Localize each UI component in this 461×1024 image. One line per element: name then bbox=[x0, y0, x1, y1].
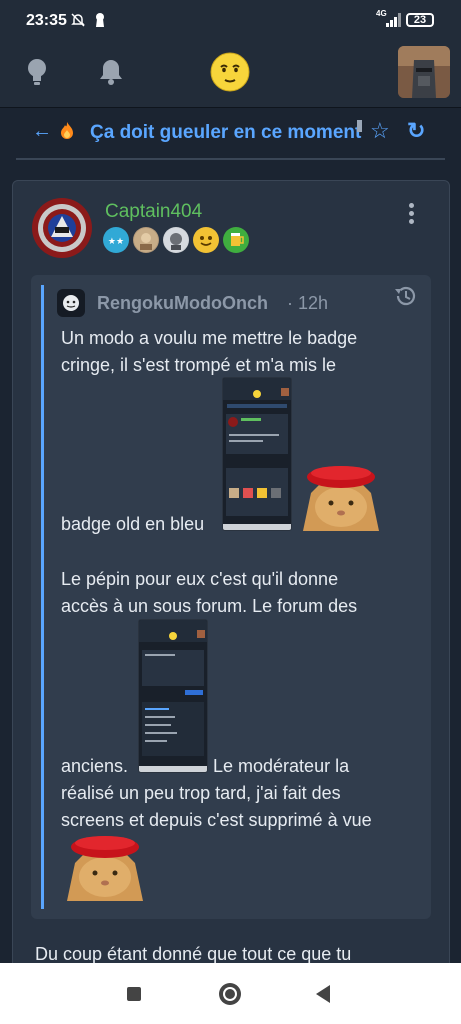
quote-line: badge old en bleu bbox=[61, 514, 205, 534]
status-bar: 23:35 4G 23 bbox=[0, 0, 461, 40]
home-button[interactable] bbox=[219, 983, 241, 1005]
cat-beret-sticker-image bbox=[61, 833, 149, 901]
arrow-left-icon[interactable]: ← bbox=[32, 120, 52, 143]
post-author-name[interactable]: Captain404 bbox=[105, 201, 202, 223]
fire-icon bbox=[60, 121, 74, 144]
refresh-icon[interactable]: ↻ bbox=[407, 118, 425, 144]
embedded-screenshot-image[interactable] bbox=[138, 619, 208, 773]
badge-beer-icon[interactable] bbox=[223, 227, 249, 253]
badge-stars-icon[interactable]: ★★ bbox=[103, 227, 129, 253]
keyhole-icon bbox=[94, 12, 106, 32]
badge-face-icon[interactable] bbox=[163, 227, 189, 253]
quote-line: réalisé un peu trop tard, j'ai fait des bbox=[61, 783, 341, 803]
post-card: Captain404 ★★ RengokuModoOnch · 12h Un m… bbox=[12, 180, 450, 982]
thread-header: ← Ça doit gueuler en ce moment ☆ ↻ bbox=[0, 108, 461, 160]
badge-portrait-icon[interactable] bbox=[133, 227, 159, 253]
recent-apps-button[interactable] bbox=[127, 987, 141, 1001]
back-button[interactable] bbox=[316, 985, 330, 1003]
quote-line: anciens. bbox=[61, 756, 129, 776]
embedded-screenshot-image[interactable] bbox=[222, 377, 292, 531]
quote-line: Le modérateur la bbox=[213, 756, 350, 776]
quoted-message: RengokuModoOnch · 12h Un modo a voulu me… bbox=[31, 275, 431, 919]
quote-bar bbox=[41, 285, 44, 909]
quote-line: accès à un sous forum. Le forum des bbox=[61, 596, 358, 616]
post-body-text: Du coup étant donné que tout ce que tu bbox=[35, 944, 352, 964]
thread-title[interactable]: Ça doit gueuler en ce moment bbox=[90, 122, 361, 144]
divider bbox=[16, 158, 445, 160]
signal-icon bbox=[386, 13, 402, 27]
text-cursor bbox=[357, 120, 362, 132]
bell-icon[interactable] bbox=[98, 57, 124, 87]
cat-beret-sticker-image bbox=[297, 463, 385, 531]
mute-bell-icon bbox=[70, 12, 86, 32]
star-outline-icon[interactable]: ☆ bbox=[370, 118, 390, 144]
lightbulb-icon[interactable] bbox=[24, 57, 50, 87]
quote-author-name[interactable]: RengokuModoOnch bbox=[97, 293, 268, 314]
quote-line: Un modo a voulu me mettre le badge bbox=[61, 328, 358, 348]
badge-smiley-icon[interactable] bbox=[193, 227, 219, 253]
quote-timestamp: · 12h bbox=[287, 293, 329, 313]
app-top-bar bbox=[0, 40, 461, 108]
quote-author-avatar[interactable] bbox=[57, 289, 85, 317]
system-nav-bar bbox=[0, 963, 461, 1024]
post-author-avatar[interactable] bbox=[31, 197, 93, 259]
battery-indicator: 23 bbox=[406, 13, 434, 27]
quote-line: screens et depuis c'est supprimé à vue bbox=[61, 810, 372, 830]
quote-line: Le pépin pour eux c'est qu'il donne bbox=[61, 569, 339, 589]
user-avatar[interactable] bbox=[398, 46, 450, 98]
status-time: 23:35 bbox=[26, 12, 67, 29]
history-icon[interactable] bbox=[393, 283, 419, 309]
quote-line: cringe, il s'est trompé et m'a mis le bbox=[61, 355, 336, 375]
svg-text:★★: ★★ bbox=[108, 237, 124, 247]
kebab-menu-icon[interactable] bbox=[409, 203, 415, 225]
smiley-logo-icon[interactable] bbox=[210, 52, 250, 92]
